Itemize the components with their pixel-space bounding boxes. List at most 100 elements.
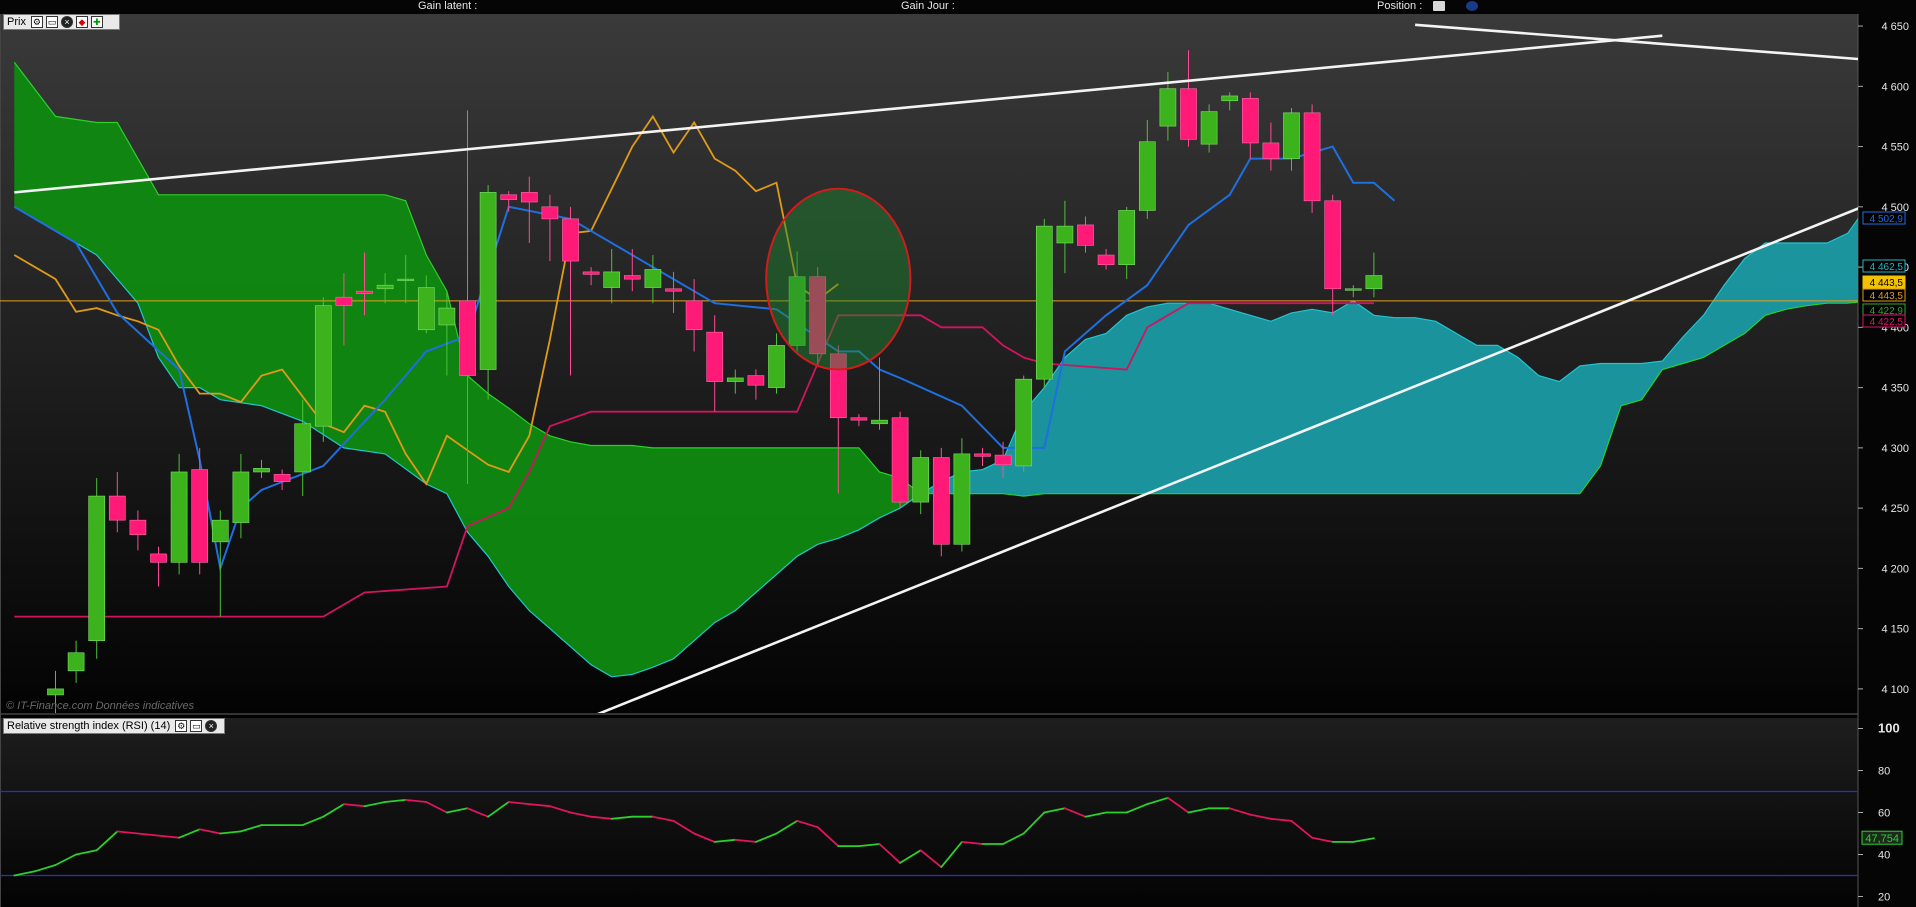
candle-body (211, 519, 229, 543)
candle-body (1035, 225, 1053, 380)
rsi-panel-header: Relative strength index (RSI) (14) ⚙ ▭ × (3, 718, 225, 734)
candle (1035, 218, 1053, 388)
candle-body (108, 495, 126, 521)
candle-body (850, 417, 868, 421)
candle (1303, 104, 1321, 213)
price-tick-label: 4 250 (1881, 503, 1909, 515)
window-icon[interactable]: ▭ (190, 720, 203, 732)
candle-body (1365, 275, 1383, 290)
candle-body (500, 194, 518, 200)
wrench-icon[interactable]: ⚙ (30, 16, 43, 28)
candle-body (273, 474, 291, 482)
candle-body (67, 652, 85, 672)
candle-body (1097, 254, 1115, 265)
candle-body (253, 468, 270, 473)
candle-body (953, 453, 971, 545)
candle-body (871, 419, 888, 425)
candle-body (479, 192, 497, 370)
candle-body (376, 284, 394, 290)
candle-body (150, 553, 167, 563)
candle-body (644, 269, 662, 288)
candle-body (314, 305, 332, 427)
candle-body (1344, 288, 1362, 291)
watermark: © IT-Finance.com Données indicatives (6, 700, 195, 712)
annotation-ellipse (765, 187, 912, 371)
close-icon[interactable]: × (60, 16, 73, 28)
candle-body (294, 423, 312, 473)
price-panel-title: Prix (7, 16, 26, 28)
price-tick-label: 4 200 (1881, 563, 1909, 575)
candle-body (129, 519, 147, 535)
wrench-icon[interactable]: ⚙ (175, 720, 188, 732)
candle-body (1159, 88, 1177, 127)
rsi-panel-title: Relative strength index (RSI) (14) (7, 720, 171, 732)
price-tick-label: 4 550 (1881, 142, 1909, 154)
candle-body (1241, 98, 1259, 144)
candle-body (912, 457, 930, 503)
candle-body (438, 307, 456, 326)
price-value-label: 4 462,5 (1870, 262, 1904, 273)
candle-body (170, 471, 188, 563)
price-tick-label: 4 350 (1881, 383, 1909, 395)
candle (1015, 375, 1033, 472)
rsi-panel-background (0, 718, 1858, 907)
rsi-tick-label: 20 (1878, 892, 1890, 904)
price-tick-label: 4 100 (1881, 684, 1909, 696)
candle-body (891, 417, 909, 503)
rsi-tick-label: 100 (1878, 721, 1900, 736)
window-icon[interactable]: ▭ (45, 16, 58, 28)
candle-body (974, 453, 991, 457)
candle (479, 185, 497, 400)
candle-body (1056, 225, 1074, 244)
candle-body (685, 300, 703, 331)
add-indicator-icon[interactable]: ✚ (90, 16, 103, 28)
candle-body (1077, 224, 1094, 246)
rsi-tick-label: 80 (1878, 766, 1890, 778)
candle-body (232, 471, 250, 523)
candle-body (1303, 112, 1321, 202)
candle-body (994, 454, 1012, 466)
candle-body (1118, 210, 1136, 265)
candle-body (1180, 88, 1197, 140)
candle-body (726, 377, 744, 382)
candle-body (623, 275, 641, 280)
price-value-label: 4 422,5 (1870, 317, 1904, 328)
candle-body (417, 287, 435, 331)
candle-body (562, 218, 579, 262)
price-value-label: 4 443,5 (1870, 291, 1904, 302)
candle (314, 297, 332, 442)
candle-body (1262, 142, 1280, 159)
candle-body (1283, 112, 1300, 159)
remove-indicator-icon[interactable]: ◆ (75, 16, 88, 28)
candle (932, 447, 950, 557)
candle-body (603, 271, 621, 288)
candle-body (191, 469, 209, 563)
candle-body (520, 192, 538, 203)
candle-body (356, 290, 373, 294)
candle-body (747, 375, 765, 386)
candle (953, 438, 971, 552)
candle-body (541, 206, 559, 220)
price-tick-label: 4 150 (1881, 624, 1909, 636)
rsi-tick-label: 60 (1878, 808, 1890, 820)
price-value-label: 4 443,5 (1870, 278, 1904, 289)
candle-body (1221, 95, 1239, 102)
close-icon[interactable]: × (205, 720, 218, 732)
candle (170, 453, 188, 575)
price-tick-label: 4 650 (1881, 21, 1909, 33)
candle (891, 411, 909, 509)
candle-body (1324, 200, 1342, 290)
candle-body (706, 331, 724, 382)
rsi-tick-label: 40 (1878, 850, 1890, 862)
rsi-value-label: 47,754 (1865, 833, 1899, 845)
candle-body (1138, 141, 1156, 211)
price-tick-label: 4 300 (1881, 443, 1909, 455)
price-tick-label: 4 600 (1881, 81, 1909, 93)
candle-body (88, 495, 106, 641)
candle-body (768, 345, 785, 388)
candle-body (582, 271, 600, 275)
candle-body (335, 296, 353, 306)
candle-body (1015, 378, 1033, 467)
chart-canvas: © IT-Finance.com Données indicatives 4 10… (0, 14, 1916, 907)
candle-body (932, 457, 950, 545)
